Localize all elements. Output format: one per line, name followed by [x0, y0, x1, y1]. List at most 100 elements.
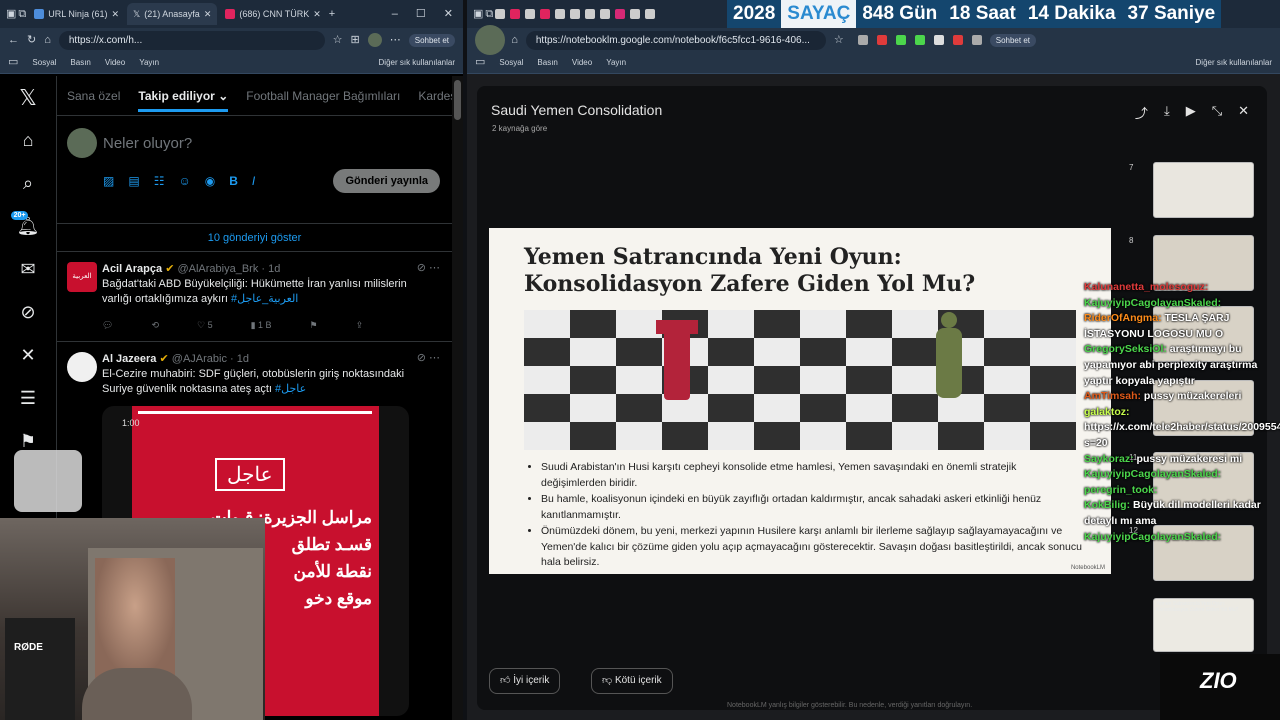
grok-explain-icon[interactable]: ⊘ — [417, 351, 426, 364]
bookmark-sosyal[interactable]: Sosyal — [32, 58, 56, 67]
x-tab-icon[interactable] — [630, 9, 641, 19]
emoji-icon[interactable]: ☺ — [178, 174, 190, 188]
profile-avatar[interactable] — [475, 25, 505, 55]
home-icon[interactable]: ⌂ — [44, 34, 51, 46]
tab-football-manager[interactable]: Football Manager Bağımlıları — [246, 89, 400, 103]
extension-icon[interactable] — [857, 35, 868, 45]
reply-icon[interactable]: 💬︎ — [102, 320, 113, 331]
x-tab-icon[interactable] — [570, 9, 581, 19]
close-icon[interactable]: ✕ — [1238, 103, 1249, 122]
bookmark-video[interactable]: Video — [572, 58, 592, 67]
tab-for-you[interactable]: Sana özel — [67, 89, 120, 103]
share-icon[interactable]: ⤴ — [1135, 103, 1148, 122]
grok-icon[interactable]: ⊘ — [20, 291, 35, 334]
close-window-icon[interactable]: ✕ — [444, 8, 453, 20]
instagram-tab-icon[interactable] — [615, 9, 626, 19]
x-tab-icon[interactable] — [555, 9, 566, 19]
extension-icon[interactable] — [971, 35, 982, 45]
bookmark-icon[interactable]: ⚑ — [310, 320, 318, 331]
share-icon[interactable]: ⇪ — [356, 320, 364, 331]
italic-icon[interactable]: I — [252, 174, 255, 188]
notifications-bell-icon[interactable]: 🔔︎ 20+ — [10, 205, 39, 248]
apps-icon[interactable]: ▭ — [8, 57, 18, 68]
extension-icon[interactable] — [933, 35, 944, 45]
video-progress-bar[interactable] — [138, 411, 372, 414]
poll-icon[interactable]: ☷ — [154, 174, 165, 188]
x-tab-icon[interactable] — [495, 9, 506, 19]
x-tab-icon[interactable] — [525, 9, 536, 19]
views-button[interactable]: ▮ 1 B — [251, 320, 272, 331]
maximize-icon[interactable]: ☐ — [416, 8, 426, 20]
tab-following[interactable]: Takip ediliyor ⌄ — [138, 89, 229, 112]
bold-icon[interactable]: B — [229, 174, 238, 188]
workspaces-icon[interactable]: ▣ — [473, 8, 483, 20]
compose-input[interactable]: Neler oluyor? — [103, 135, 192, 152]
play-icon[interactable]: ▶ — [1186, 103, 1196, 122]
x-tab-icon[interactable] — [600, 9, 611, 19]
favorite-star-icon[interactable]: ☆ — [333, 34, 343, 46]
tweet-handle[interactable]: @AlArabiya_Brk · 1d — [177, 263, 280, 275]
extensions-icon[interactable]: ⊞ — [351, 34, 360, 46]
minimize-icon[interactable]: – — [392, 8, 398, 20]
x-tab-icon[interactable] — [585, 9, 596, 19]
tab-actions-icon[interactable]: ⧉ — [485, 8, 493, 20]
reload-icon[interactable]: ↻ — [27, 34, 36, 46]
tweet-handle[interactable]: @AJArabic · 1d — [172, 353, 249, 365]
extension-icon[interactable] — [895, 35, 906, 45]
other-bookmarks[interactable]: Diğer sık kullanılanlar — [379, 58, 455, 67]
back-icon[interactable]: ← — [8, 34, 19, 46]
new-tab-icon[interactable]: + — [329, 8, 335, 20]
url-field[interactable]: https://x.com/h... — [58, 30, 325, 50]
home-icon[interactable]: ⌂ — [511, 34, 518, 46]
user-avatar[interactable] — [67, 128, 97, 158]
home-icon[interactable]: ⌂ — [23, 119, 34, 162]
bookmark-sosyal[interactable]: Sosyal — [499, 58, 523, 67]
bookmark-yayin[interactable]: Yayın — [139, 58, 159, 67]
workspaces-icon[interactable]: ▣ — [6, 8, 16, 20]
scrollbar[interactable] — [452, 76, 463, 720]
explore-search-icon[interactable]: ⌕ — [23, 162, 33, 205]
favorite-star-icon[interactable]: ☆ — [834, 34, 844, 46]
youtube-tab-icon[interactable] — [540, 9, 551, 19]
retweet-icon[interactable]: ⟲ — [151, 320, 159, 331]
bad-content-button[interactable]: 👎︎ Kötü içerik — [591, 668, 673, 694]
lists-icon[interactable]: ☰ — [20, 377, 36, 420]
apps-icon[interactable]: ▭ — [475, 57, 485, 68]
youtube-tab-icon[interactable] — [510, 9, 521, 19]
good-content-button[interactable]: 👍︎ İyi içerik — [489, 668, 561, 694]
bookmark-video[interactable]: Video — [105, 58, 125, 67]
x-tab-icon[interactable] — [645, 9, 656, 19]
tab-x-home[interactable]: 𝕏 (21) Anasayfa ✕ — [127, 3, 218, 25]
more-icon[interactable]: ⋯ — [390, 34, 401, 46]
messages-mail-icon[interactable]: ✉ — [20, 248, 35, 291]
post-button[interactable]: Gönderi yayınla — [333, 169, 440, 193]
collapse-icon[interactable]: ⤡ — [1212, 103, 1222, 122]
extension-icon[interactable] — [914, 35, 925, 45]
hashtag[interactable]: #العربية_عاجل — [231, 293, 298, 305]
close-icon[interactable]: ✕ — [111, 9, 119, 20]
slide-thumbnail[interactable] — [1153, 162, 1254, 218]
image-icon[interactable]: ▨ — [103, 174, 114, 188]
other-bookmarks[interactable]: Diğer sık kullanılanlar — [1196, 58, 1272, 67]
url-field[interactable]: https://notebooklm.google.com/notebook/f… — [525, 30, 826, 50]
show-more-posts[interactable]: 10 gönderiyi göster — [57, 224, 452, 252]
tweet-author[interactable]: Al Jazeera — [102, 353, 156, 365]
grok-explain-icon[interactable]: ⊘ — [417, 261, 426, 274]
more-options-icon[interactable]: ⋯ — [429, 261, 440, 274]
bookmark-basin[interactable]: Basın — [537, 58, 557, 67]
premium-x-icon[interactable]: ✕ — [20, 334, 35, 377]
profile-avatar[interactable] — [367, 33, 382, 47]
location-icon[interactable]: ◉ — [205, 174, 215, 188]
tab-cnn-turk[interactable]: (686) CNN TÜRK ✕ — [219, 3, 326, 25]
tweet-author[interactable]: Acil Arapça — [102, 263, 162, 275]
alarabiya-avatar[interactable]: العربية — [67, 262, 97, 292]
bookmark-basin[interactable]: Basın — [70, 58, 90, 67]
tab-url-ninja[interactable]: URL Ninja (61) ✕ — [28, 3, 125, 25]
close-icon[interactable]: ✕ — [313, 9, 321, 20]
tab-actions-icon[interactable]: ⧉ — [18, 8, 26, 20]
extension-icon[interactable] — [952, 35, 963, 45]
close-icon[interactable]: ✕ — [204, 9, 212, 20]
tab-kardes[interactable]: Kardeş — [418, 89, 452, 103]
x-logo-icon[interactable]: 𝕏 — [19, 76, 37, 119]
chat-button[interactable]: Sohbet et — [408, 33, 455, 47]
